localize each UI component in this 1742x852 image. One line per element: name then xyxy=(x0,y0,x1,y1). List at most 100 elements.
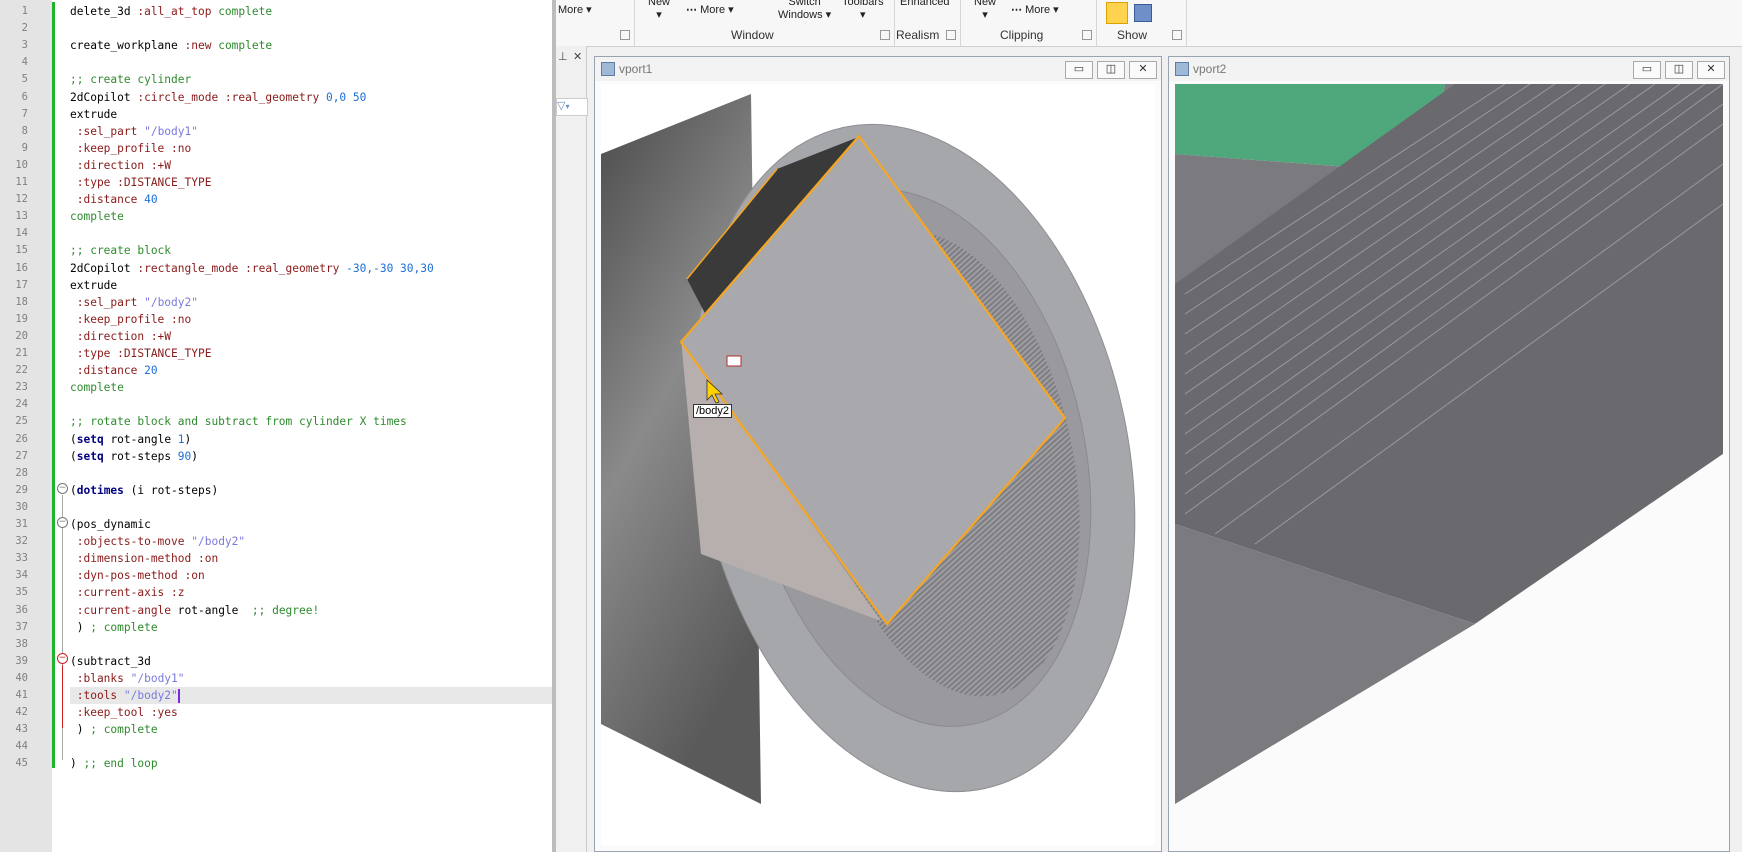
close-button[interactable]: ✕ xyxy=(1697,61,1725,79)
toolbars-label: Toolbars xyxy=(842,0,884,8)
code-line[interactable]: delete_3d :all_at_top complete xyxy=(70,3,552,20)
code-token: rot-angle xyxy=(177,603,252,617)
viewport-vport1[interactable]: vport1 ▭ ◫ ✕ /body2 xyxy=(594,56,1162,852)
fold-toggle-subtract[interactable]: − xyxy=(57,653,68,664)
3d-canvas[interactable] xyxy=(1175,84,1723,845)
code-token: :current-angle xyxy=(70,603,178,617)
line-number: 23 xyxy=(15,381,28,394)
code-token: :keep_tool :yes xyxy=(70,706,178,720)
switch-label: Switch xyxy=(788,0,821,8)
code-line[interactable]: :objects-to-move "/body2" xyxy=(70,533,552,550)
code-token: create_workplane xyxy=(70,39,185,53)
pick-filter-icon xyxy=(726,355,742,367)
switch-windows-button[interactable]: Switch Windows ▾ xyxy=(778,0,831,21)
code-token: setq xyxy=(76,449,104,463)
code-line[interactable]: 2dCopilot :circle_mode :real_geometry 0,… xyxy=(70,89,552,106)
code-line[interactable]: :direction :+W xyxy=(70,157,552,174)
minimize-button[interactable]: ▭ xyxy=(1065,61,1093,79)
toolbars-button[interactable]: Toolbars ▾ xyxy=(842,0,884,21)
code-token: -30,-30 30,30 xyxy=(346,261,434,275)
code-line[interactable]: :sel_part "/body2" xyxy=(70,294,552,311)
show-windows-icon[interactable] xyxy=(1134,4,1152,22)
code-line[interactable]: extrude xyxy=(70,277,552,294)
close-panel-icon[interactable]: ✕ xyxy=(573,50,582,63)
code-line[interactable]: :distance 40 xyxy=(70,191,552,208)
dialog-launcher-icon[interactable] xyxy=(1172,30,1182,40)
show-axes-toggle-icon[interactable] xyxy=(1106,2,1128,24)
enhanced-label: Enhanced xyxy=(900,0,950,8)
code-line[interactable]: :direction :+W xyxy=(70,328,552,345)
code-line[interactable]: :blanks "/body1" xyxy=(70,670,552,687)
line-number: 12 xyxy=(15,193,28,206)
line-number: 44 xyxy=(15,740,28,753)
more-button-1[interactable]: More ▾ xyxy=(558,3,592,16)
code-line[interactable]: :dimension-method :on xyxy=(70,550,552,567)
viewport-vport2[interactable]: vport2 ▭ ◫ ✕ xyxy=(1168,56,1730,852)
code-line[interactable]: :current-axis :z xyxy=(70,584,552,601)
code-line[interactable]: :type :DISTANCE_TYPE xyxy=(70,345,552,362)
code-token: ) xyxy=(184,432,192,446)
code-line[interactable]: :keep_profile :no xyxy=(70,140,552,157)
more-button-2[interactable]: ⋯ More ▾ xyxy=(686,3,734,16)
code-line[interactable]: :current-angle rot-angle ;; degree! xyxy=(70,602,552,619)
line-number: 15 xyxy=(15,244,28,257)
code-line[interactable]: ) ;; end loop xyxy=(70,755,552,772)
code-line[interactable]: complete xyxy=(70,208,552,225)
code-line[interactable]: ) ; complete xyxy=(70,721,552,738)
dialog-launcher-icon[interactable] xyxy=(620,30,630,40)
code-line[interactable]: :type :DISTANCE_TYPE xyxy=(70,174,552,191)
fold-toggle-dotimes[interactable]: − xyxy=(57,483,68,494)
new-window-button[interactable]: New ▾ xyxy=(648,0,670,21)
minimize-button[interactable]: ▭ xyxy=(1633,61,1661,79)
line-number: 25 xyxy=(15,415,28,428)
enhanced-button[interactable]: Enhanced xyxy=(900,0,950,8)
code-editor[interactable]: 1 delete_3d :all_at_top complete 2 3 create_… xyxy=(0,0,552,852)
code-line[interactable]: (dotimes (i rot-steps) xyxy=(70,482,552,499)
dialog-launcher-icon[interactable] xyxy=(1082,30,1092,40)
new-clipping-button[interactable]: New ▾ xyxy=(974,0,996,21)
code-line[interactable]: ;; create cylinder xyxy=(70,71,552,88)
code-line-current[interactable]: :tools "/body2" xyxy=(70,687,552,704)
close-button[interactable]: ✕ xyxy=(1129,61,1157,79)
restore-button[interactable]: ◫ xyxy=(1665,61,1693,79)
code-line[interactable]: :dyn-pos-method :on xyxy=(70,567,552,584)
line-number: 2 xyxy=(21,22,28,35)
code-token: 1 xyxy=(177,432,185,446)
dialog-launcher-icon[interactable] xyxy=(946,30,956,40)
code-line[interactable]: ) ; complete xyxy=(70,619,552,636)
clipping-group-label: Clipping xyxy=(1000,28,1044,42)
code-line[interactable]: ;; create block xyxy=(70,242,552,259)
restore-button[interactable]: ◫ xyxy=(1097,61,1125,79)
line-number: 13 xyxy=(15,210,28,223)
code-line[interactable]: :distance 20 xyxy=(70,362,552,379)
code-token: :new xyxy=(184,39,219,53)
code-line[interactable]: create_workplane :new complete xyxy=(70,37,552,54)
code-line[interactable]: (setq rot-angle 1) xyxy=(70,431,552,448)
dialog-launcher-icon[interactable] xyxy=(880,30,890,40)
code-line[interactable]: extrude xyxy=(70,106,552,123)
fold-line-active xyxy=(62,665,63,728)
code-line[interactable]: (setq rot-steps 90) xyxy=(70,448,552,465)
fold-toggle-pos-dynamic[interactable]: − xyxy=(57,517,68,528)
filter-dropdown[interactable]: ▽▾ xyxy=(556,98,588,116)
code-line[interactable]: :sel_part "/body1" xyxy=(70,123,552,140)
code-line[interactable]: (subtract_3d xyxy=(70,653,552,670)
code-line[interactable]: :keep_profile :no xyxy=(70,311,552,328)
code-token: (subtract_3d xyxy=(70,654,151,668)
line-number: 18 xyxy=(15,295,28,308)
code-line[interactable]: ;; rotate block and subtract from cylind… xyxy=(70,413,552,430)
line-number: 37 xyxy=(15,620,28,633)
code-token: ;; rotate block and subtract from cylind… xyxy=(70,415,407,429)
code-token: ; complete xyxy=(90,723,158,737)
code-line[interactable]: :keep_tool :yes xyxy=(70,704,552,721)
more-button-3[interactable]: ⋯ More ▾ xyxy=(1011,3,1059,16)
pin-icon[interactable]: ⊥ xyxy=(558,50,568,63)
code-line[interactable]: (pos_dynamic xyxy=(70,516,552,533)
3d-canvas[interactable]: /body2 xyxy=(601,84,1155,845)
chevron-down-icon: ▾ xyxy=(565,102,570,111)
code-token: 2dCopilot xyxy=(70,90,138,104)
code-line[interactable]: complete xyxy=(70,379,552,396)
line-number: 17 xyxy=(15,278,28,291)
code-token: ;; create cylinder xyxy=(70,73,192,87)
code-line[interactable]: 2dCopilot :rectangle_mode :real_geometry… xyxy=(70,260,552,277)
